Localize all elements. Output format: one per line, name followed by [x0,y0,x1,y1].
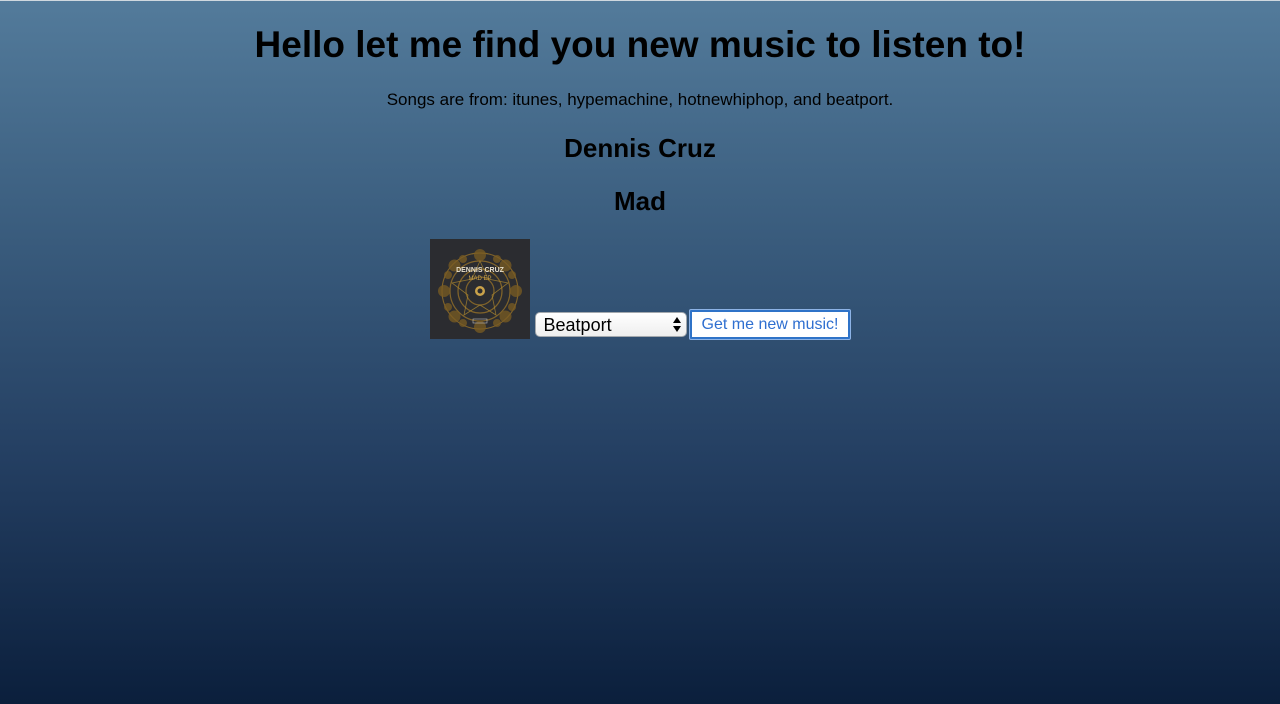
source-select-value: Beatport [543,315,612,335]
sources-description: Songs are from: itunes, hypemachine, hot… [386,90,894,109]
cover-release-text: MAD EP [468,276,491,282]
track-title: Mad [614,186,666,216]
source-select[interactable]: Beatport [534,312,687,337]
artist-name: Dennis Cruz [564,133,716,163]
album-cover-art: DENNIS CRUZ MAD EP [429,239,530,339]
page-title: Hello let me find you new music to liste… [254,24,1026,65]
controls-row: DENNIS CRUZ MAD EP Beatport Get me new m… [0,239,1280,349]
album-cover-image: DENNIS CRUZ MAD EP [429,239,530,339]
top-edge-divider [0,0,1280,1]
cover-artist-text: DENNIS CRUZ [456,267,505,274]
get-new-music-button[interactable]: Get me new music! [689,310,851,339]
select-arrows-icon [672,317,681,332]
